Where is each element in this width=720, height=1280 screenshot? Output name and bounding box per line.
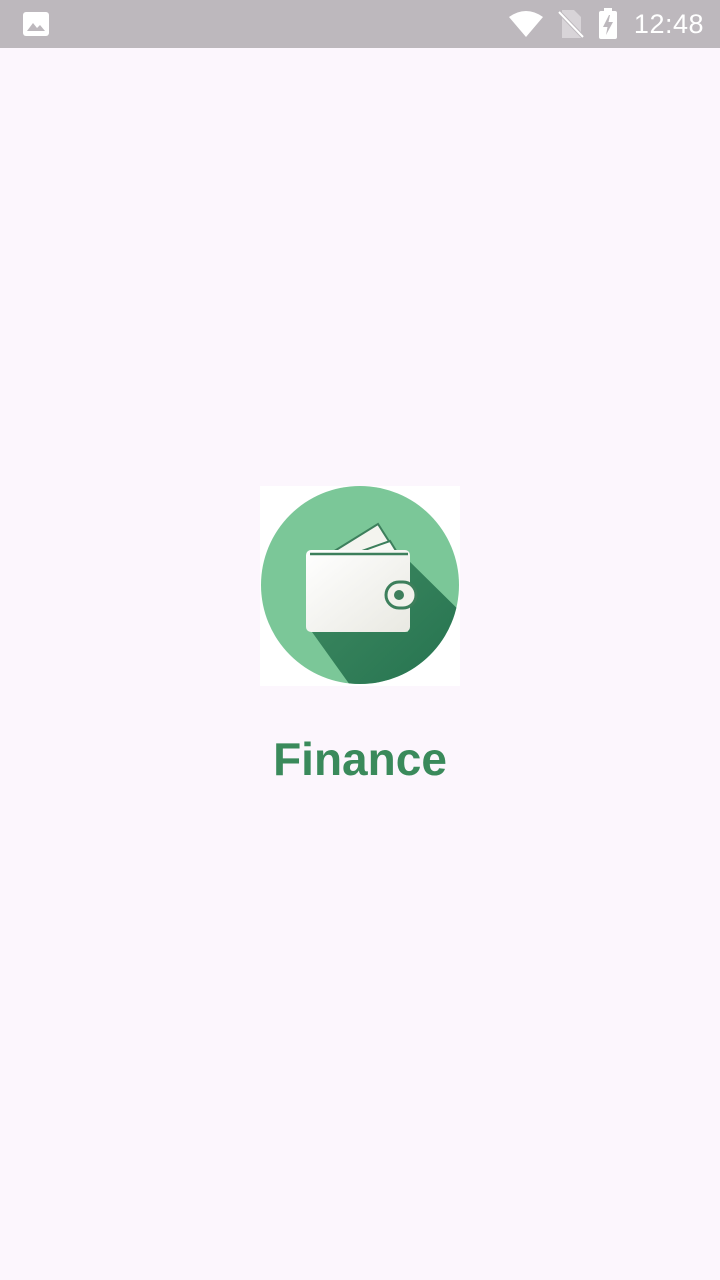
wallet-icon — [261, 486, 459, 684]
battery-charging-icon — [598, 8, 617, 39]
status-time: 12:48 — [633, 8, 704, 39]
no-sim-icon — [557, 10, 584, 39]
status-icons: 12:48 — [508, 0, 704, 48]
app-logo — [260, 486, 460, 686]
wifi-icon — [508, 11, 543, 37]
app-title: Finance — [273, 733, 447, 785]
image-notification-icon — [23, 12, 49, 36]
splash-screen: 12:48 Finance — [0, 0, 720, 1280]
status-bar: 12:48 — [0, 0, 720, 48]
